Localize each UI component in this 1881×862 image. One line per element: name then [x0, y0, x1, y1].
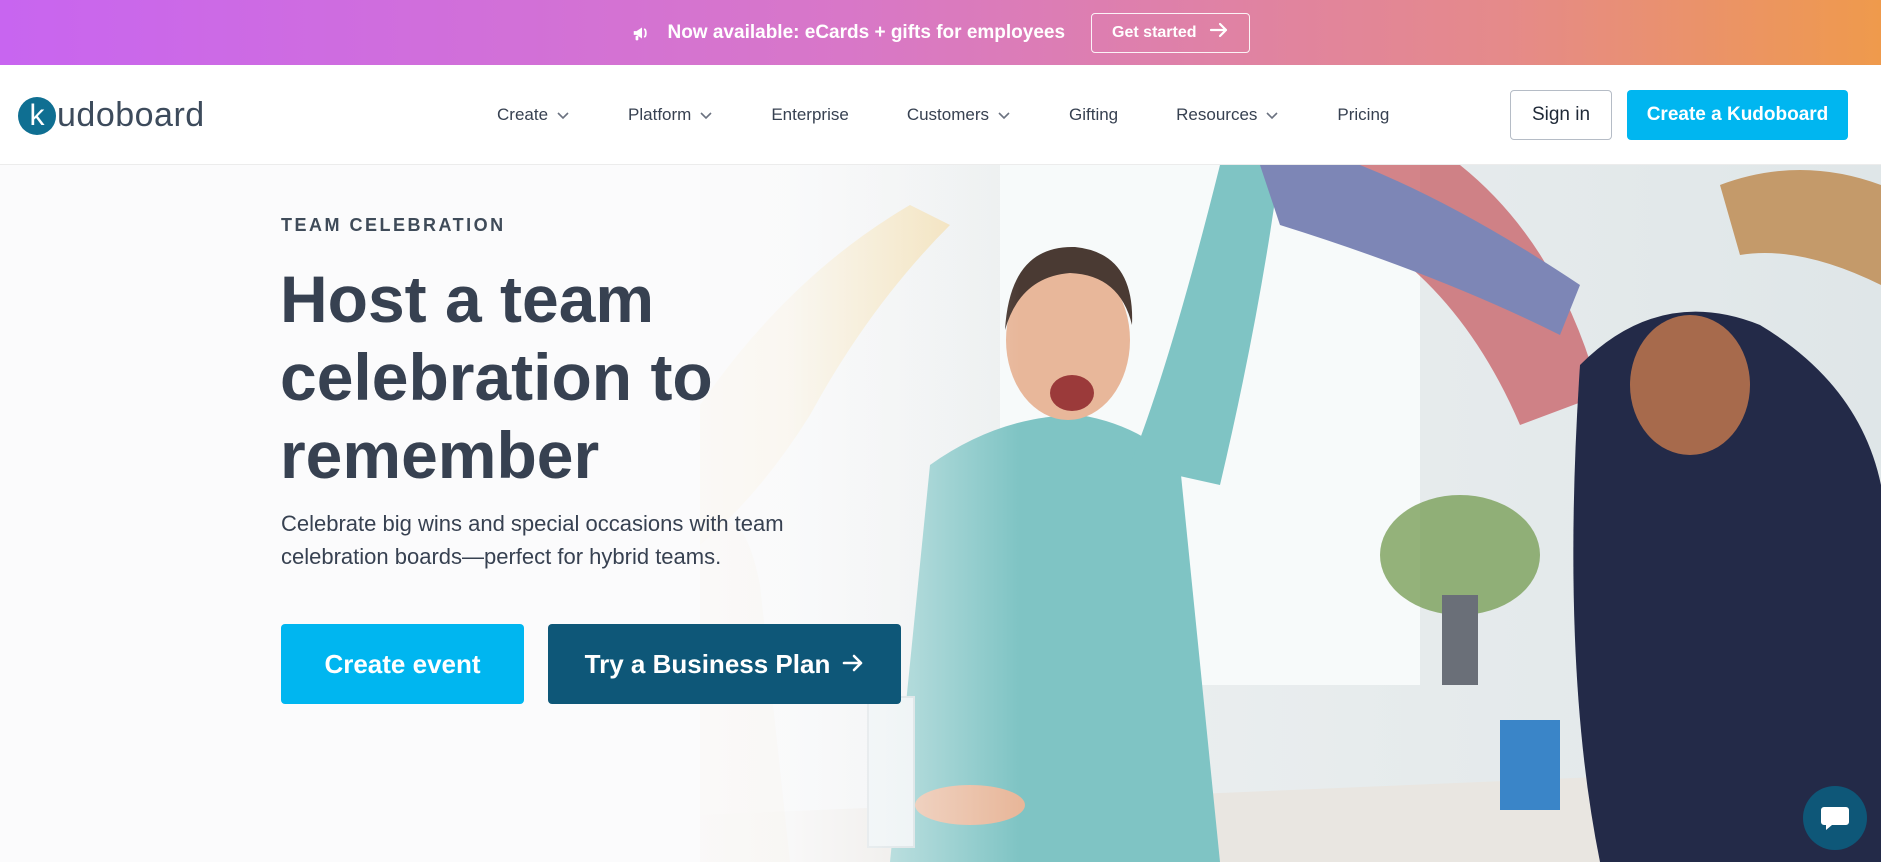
nav-menu: Create Platform Enterprise Customers Gif…: [497, 65, 1389, 165]
arrow-right-icon: [842, 649, 864, 680]
kudoboard-logo[interactable]: k udoboard: [18, 96, 205, 135]
create-kudoboard-button[interactable]: Create a Kudoboard: [1627, 90, 1848, 140]
get-started-button[interactable]: Get started: [1091, 12, 1250, 53]
logo-wordmark: udoboard: [57, 96, 205, 134]
try-business-plan-label: Try a Business Plan: [584, 648, 831, 679]
nav-item-label: Create: [497, 105, 549, 124]
chevron-down-icon: [556, 108, 570, 122]
hero-subtext: Celebrate big wins and special occasions…: [281, 511, 784, 569]
chevron-down-icon: [1265, 108, 1279, 122]
chat-bubble-icon[interactable]: [1803, 786, 1867, 850]
nav-item-platform[interactable]: Platform: [628, 105, 713, 125]
megaphone-icon: [631, 22, 653, 44]
nav-item-label: Enterprise: [771, 105, 849, 124]
nav-item-customers[interactable]: Customers: [907, 105, 1011, 125]
get-started-label: Get started: [1112, 23, 1197, 41]
nav-item-label: Resources: [1176, 105, 1258, 124]
hero-section: TEAM CELEBRATION Host a team celebration…: [0, 165, 1881, 862]
chevron-down-icon: [997, 108, 1011, 122]
nav-item-label: Customers: [906, 105, 989, 124]
nav-item-create[interactable]: Create: [497, 105, 570, 125]
main-navigation: k udoboard Create Platform Enterprise Cu…: [0, 65, 1881, 165]
arrow-right-icon: [1209, 22, 1229, 43]
hero-eyebrow: TEAM CELEBRATION: [281, 215, 506, 235]
nav-item-resources[interactable]: Resources: [1176, 105, 1279, 125]
nav-item-label: Pricing: [1337, 105, 1390, 124]
nav-item-enterprise[interactable]: Enterprise: [771, 105, 848, 125]
try-business-plan-button[interactable]: Try a Business Plan: [548, 624, 901, 704]
nav-item-label: Platform: [628, 105, 692, 124]
nav-item-gifting[interactable]: Gifting: [1069, 105, 1118, 125]
sign-in-button[interactable]: Sign in: [1510, 90, 1612, 140]
logo-mark: k: [18, 96, 56, 135]
chevron-down-icon: [699, 108, 713, 122]
announcement-message: Now available: eCards + gifts for employ…: [667, 21, 1066, 43]
nav-item-label: Gifting: [1069, 105, 1119, 124]
announcement-bar: Now available: eCards + gifts for employ…: [0, 0, 1881, 65]
nav-item-pricing[interactable]: Pricing: [1337, 105, 1389, 125]
create-event-button[interactable]: Create event: [281, 624, 524, 704]
hero-headline: Host a team celebration to remember: [280, 262, 713, 492]
